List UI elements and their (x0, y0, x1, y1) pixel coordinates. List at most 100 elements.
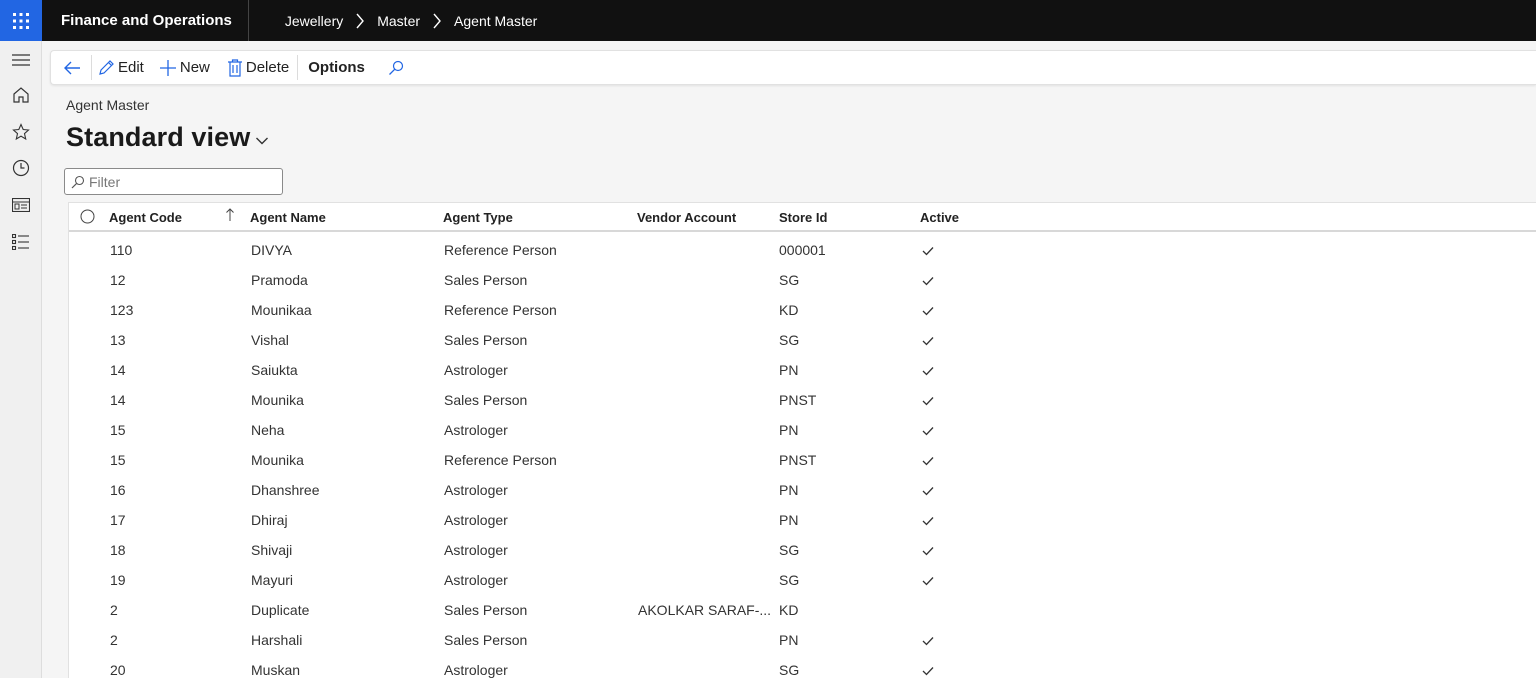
agent-code-cell[interactable]: 123 (110, 302, 133, 318)
new-button[interactable]: New (159, 51, 210, 84)
agent-code-cell[interactable]: 17 (110, 512, 126, 528)
agent-name-cell[interactable]: Pramoda (251, 272, 308, 288)
table-row[interactable]: 16 Dhanshree Astrologer PN (69, 475, 1536, 505)
sort-ascending-icon[interactable] (225, 208, 235, 225)
agent-type-cell[interactable]: Sales Person (444, 332, 527, 348)
star-icon[interactable] (11, 122, 31, 142)
agent-type-cell[interactable]: Astrologer (444, 542, 508, 558)
column-header-agent-type[interactable]: Agent Type (443, 210, 513, 225)
store-id-cell[interactable]: PN (779, 362, 798, 378)
store-id-cell[interactable]: PN (779, 422, 798, 438)
agent-type-cell[interactable]: Reference Person (444, 452, 557, 468)
agent-type-cell[interactable]: Sales Person (444, 602, 527, 618)
store-id-cell[interactable]: SG (779, 662, 799, 678)
store-id-cell[interactable]: PN (779, 482, 798, 498)
agent-name-cell[interactable]: DIVYA (251, 242, 292, 258)
table-row[interactable]: 123 Mounikaa Reference Person KD (69, 295, 1536, 325)
agent-type-cell[interactable]: Astrologer (444, 512, 508, 528)
column-header-vendor-account[interactable]: Vendor Account (637, 210, 736, 225)
agent-name-cell[interactable]: Mounikaa (251, 302, 312, 318)
agent-name-cell[interactable]: Vishal (251, 332, 289, 348)
store-id-cell[interactable]: SG (779, 272, 799, 288)
back-button[interactable] (63, 51, 84, 84)
table-row[interactable]: 18 Shivaji Astrologer SG (69, 535, 1536, 565)
store-id-cell[interactable]: KD (779, 602, 798, 618)
table-row[interactable]: 17 Dhiraj Astrologer PN (69, 505, 1536, 535)
agent-name-cell[interactable]: Muskan (251, 662, 300, 678)
breadcrumb-item-master[interactable]: Master (377, 13, 420, 29)
agent-type-cell[interactable]: Reference Person (444, 302, 557, 318)
agent-code-cell[interactable]: 13 (110, 332, 126, 348)
agent-name-cell[interactable]: Duplicate (251, 602, 309, 618)
agent-type-cell[interactable]: Astrologer (444, 662, 508, 678)
breadcrumb-item-jewellery[interactable]: Jewellery (285, 13, 343, 29)
column-header-agent-code[interactable]: Agent Code (109, 210, 182, 225)
agent-name-cell[interactable]: Dhanshree (251, 482, 320, 498)
table-row[interactable]: 110 DIVYA Reference Person 000001 (69, 235, 1536, 265)
app-launcher-button[interactable] (0, 0, 42, 41)
app-title[interactable]: Finance and Operations (42, 0, 249, 41)
agent-code-cell[interactable]: 110 (110, 242, 132, 258)
table-row[interactable]: 15 Mounika Reference Person PNST (69, 445, 1536, 475)
agent-type-cell[interactable]: Reference Person (444, 242, 557, 258)
agent-type-cell[interactable]: Sales Person (444, 392, 527, 408)
agent-type-cell[interactable]: Astrologer (444, 572, 508, 588)
delete-button[interactable]: Delete (227, 51, 289, 84)
store-id-cell[interactable]: PN (779, 632, 798, 648)
agent-code-cell[interactable]: 2 (110, 602, 118, 618)
store-id-cell[interactable]: PNST (779, 392, 816, 408)
agent-code-cell[interactable]: 19 (110, 572, 126, 588)
table-row[interactable]: 12 Pramoda Sales Person SG (69, 265, 1536, 295)
store-id-cell[interactable]: PNST (779, 452, 816, 468)
table-row[interactable]: 20 Muskan Astrologer SG (69, 655, 1536, 678)
store-id-cell[interactable]: 000001 (779, 242, 826, 258)
agent-code-cell[interactable]: 16 (110, 482, 126, 498)
column-header-active[interactable]: Active (920, 210, 959, 225)
agent-code-cell[interactable]: 12 (110, 272, 126, 288)
agent-code-cell[interactable]: 14 (110, 392, 126, 408)
breadcrumb-item-agent-master[interactable]: Agent Master (454, 13, 537, 29)
agent-code-cell[interactable]: 15 (110, 422, 126, 438)
agent-code-cell[interactable]: 18 (110, 542, 126, 558)
select-all-checkbox[interactable] (80, 209, 95, 227)
workspace-icon[interactable] (11, 195, 31, 215)
store-id-cell[interactable]: PN (779, 512, 798, 528)
options-button[interactable]: Options (308, 51, 365, 84)
agent-name-cell[interactable]: Mounika (251, 392, 304, 408)
table-row[interactable]: 2 Duplicate Sales Person AKOLKAR SARAF-... K… (69, 595, 1536, 625)
table-row[interactable]: 13 Vishal Sales Person SG (69, 325, 1536, 355)
agent-code-cell[interactable]: 20 (110, 662, 126, 678)
list-icon[interactable] (11, 232, 31, 252)
agent-code-cell[interactable]: 2 (110, 632, 118, 648)
column-header-agent-name[interactable]: Agent Name (250, 210, 326, 225)
filter-input[interactable] (89, 173, 269, 190)
agent-name-cell[interactable]: Mayuri (251, 572, 293, 588)
clock-icon[interactable] (11, 158, 31, 178)
hamburger-icon[interactable] (11, 50, 31, 70)
view-selector[interactable]: Standard view (66, 122, 269, 153)
agent-type-cell[interactable]: Astrologer (444, 362, 508, 378)
agent-code-cell[interactable]: 15 (110, 452, 126, 468)
home-icon[interactable] (11, 85, 31, 105)
agent-name-cell[interactable]: Mounika (251, 452, 304, 468)
table-row[interactable]: 14 Saiukta Astrologer PN (69, 355, 1536, 385)
store-id-cell[interactable]: SG (779, 572, 799, 588)
edit-button[interactable]: Edit (97, 51, 144, 84)
store-id-cell[interactable]: SG (779, 542, 799, 558)
table-row[interactable]: 15 Neha Astrologer PN (69, 415, 1536, 445)
table-row[interactable]: 19 Mayuri Astrologer SG (69, 565, 1536, 595)
agent-name-cell[interactable]: Harshali (251, 632, 302, 648)
agent-name-cell[interactable]: Neha (251, 422, 284, 438)
vendor-account-cell[interactable]: AKOLKAR SARAF-... (638, 602, 771, 618)
table-row[interactable]: 14 Mounika Sales Person PNST (69, 385, 1536, 415)
column-header-store-id[interactable]: Store Id (779, 210, 827, 225)
agent-type-cell[interactable]: Astrologer (444, 482, 508, 498)
agent-name-cell[interactable]: Saiukta (251, 362, 298, 378)
agent-name-cell[interactable]: Dhiraj (251, 512, 288, 528)
agent-type-cell[interactable]: Astrologer (444, 422, 508, 438)
store-id-cell[interactable]: SG (779, 332, 799, 348)
agent-code-cell[interactable]: 14 (110, 362, 126, 378)
agent-type-cell[interactable]: Sales Person (444, 632, 527, 648)
search-button[interactable] (388, 51, 407, 84)
agent-type-cell[interactable]: Sales Person (444, 272, 527, 288)
